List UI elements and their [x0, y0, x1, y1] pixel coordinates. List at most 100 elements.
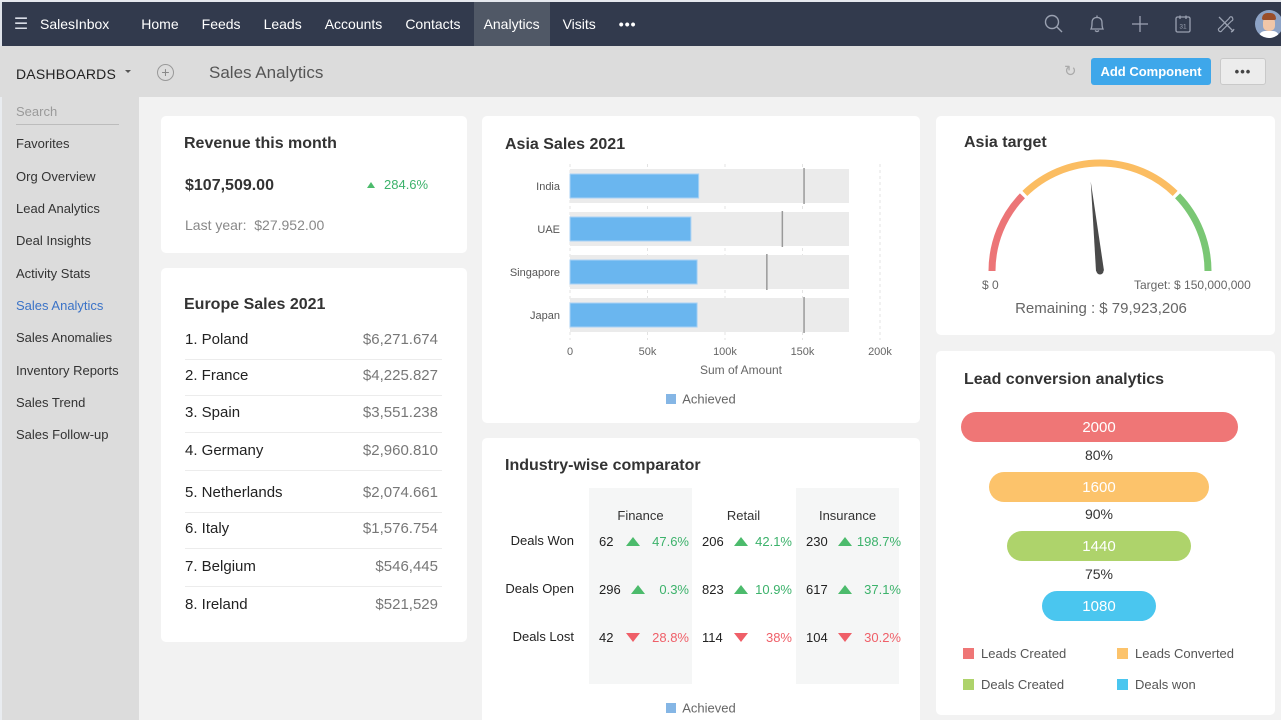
comparator-cell: 617 37.1%: [806, 582, 901, 598]
brand-salesinbox[interactable]: SalesInbox: [40, 16, 109, 32]
lead-conversion-card: Lead conversion analytics 2000 1600 1440 10…: [936, 351, 1275, 715]
nav-items: Home Feeds Leads Accounts Contacts Analytics V…: [131, 2, 609, 46]
row-label: Deals Open: [505, 581, 574, 596]
chevron-down-icon[interactable]: [125, 70, 131, 73]
category-label: Singapore: [510, 267, 560, 279]
dashboards-dropdown[interactable]: DASHBOARDS: [16, 66, 116, 82]
cell-change: 198.7%: [856, 534, 901, 549]
sidebar-item-sales-analytics[interactable]: Sales Analytics: [16, 298, 103, 313]
industry-legend[interactable]: Achieved: [482, 699, 920, 717]
bell-icon[interactable]: [1075, 2, 1118, 46]
nav-item-analytics[interactable]: Analytics: [473, 2, 550, 46]
nav-item-feeds[interactable]: Feeds: [192, 2, 251, 46]
tools-icon[interactable]: [1204, 2, 1247, 46]
comparator-cell: 42 28.8%: [599, 630, 689, 646]
plus-icon[interactable]: [1118, 2, 1161, 46]
sidebar-item-sales-trend[interactable]: Sales Trend: [16, 395, 85, 410]
nav-item-home[interactable]: Home: [131, 2, 188, 46]
achieved-bar-uae[interactable]: [569, 216, 692, 242]
asia-target-card: Asia target $ 0 Target: $ 150,000,000 Re…: [936, 116, 1275, 335]
achieved-bar-india[interactable]: [569, 173, 700, 199]
nav-item-visits[interactable]: Visits: [553, 2, 606, 46]
add-dashboard-icon[interactable]: +: [157, 64, 174, 81]
sidebar-item-deal-insights[interactable]: Deal Insights: [16, 233, 91, 248]
country-sales-value: $1,576.754: [362, 520, 438, 537]
funnel-stage-leads-converted[interactable]: 1600: [989, 472, 1209, 502]
avatar[interactable]: [1255, 10, 1281, 38]
asia-sales-chart: 0 50k 100k 150k 200k India UAE Singapore Japan Su…: [510, 164, 892, 377]
legend-swatch: [1117, 648, 1128, 659]
legend-label: Leads Created: [981, 646, 1067, 661]
cell-value: 114: [702, 630, 723, 645]
country-name: 5. Netherlands: [185, 484, 283, 501]
cell-change: 42.1%: [755, 534, 792, 549]
last-year-value: $27.952.00: [254, 217, 325, 233]
comparator-cell: 823 10.9%: [702, 582, 792, 598]
cell-value: 296: [599, 582, 621, 597]
europe-row: 8. Ireland $521,529: [185, 588, 442, 625]
add-component-button[interactable]: Add Component: [1091, 58, 1211, 85]
industry-comparator-card: Industry-wise comparator Achieved Financ…: [482, 438, 920, 720]
europe-sales-card: Europe Sales 2021 1. Poland $6,271.674 2. …: [161, 268, 467, 642]
sidebar-item-activity-stats[interactable]: Activity Stats: [16, 266, 90, 281]
column-header-finance: Finance: [617, 508, 664, 523]
dashboard-sidebar: Favorites Org Overview Lead Analytics Deal …: [0, 97, 139, 720]
last-year-revenue: Last year: $27.952.00: [185, 217, 324, 233]
legend-label: Deals Created: [981, 677, 1065, 692]
trend-up-icon: [838, 537, 852, 546]
cell-change: 47.6%: [652, 534, 689, 549]
comparator-cell: 104 30.2%: [806, 630, 901, 646]
x-tick-label: 150k: [791, 346, 815, 358]
user-avatar-button[interactable]: [1247, 2, 1281, 46]
nav-icon-group: 31: [1032, 2, 1281, 46]
legend-item-deals-created[interactable]: Deals Created: [963, 677, 1064, 692]
europe-row: 7. Belgium $546,445: [185, 550, 442, 587]
achieved-bar-singapore[interactable]: [569, 259, 698, 285]
column-header-insurance: Insurance: [818, 508, 877, 523]
nav-item-accounts[interactable]: Accounts: [315, 2, 393, 46]
row-label: Deals Won: [510, 533, 574, 548]
hamburger-menu-icon[interactable]: ☰: [2, 14, 40, 34]
refresh-icon[interactable]: ↻: [1064, 62, 1077, 80]
trend-up-icon: [734, 537, 748, 546]
sidebar-item-org-overview[interactable]: Org Overview: [16, 169, 95, 184]
nav-more-button[interactable]: •••: [609, 16, 647, 32]
calendar-icon[interactable]: 31: [1161, 2, 1204, 46]
funnel-stage-deals-created[interactable]: 1440: [1007, 531, 1191, 561]
legend-item-deals-won[interactable]: Deals won: [1117, 677, 1196, 692]
country-name: 3. Spain: [185, 404, 241, 421]
x-axis-label: Sum of Amount: [700, 363, 783, 377]
sidebar-item-inventory-reports[interactable]: Inventory Reports: [16, 363, 119, 378]
cell-change: 28.8%: [652, 630, 689, 645]
cell-value: 617: [806, 582, 828, 597]
more-options-button[interactable]: •••: [1220, 58, 1266, 85]
nav-item-leads[interactable]: Leads: [254, 2, 312, 46]
search-icon[interactable]: [1032, 2, 1075, 46]
country-sales-value: $2,960.810: [362, 442, 438, 459]
sidebar-item-sales-anomalies[interactable]: Sales Anomalies: [16, 330, 112, 345]
funnel-stage-leads-created[interactable]: 2000: [960, 412, 1238, 442]
sidebar-item-favorites[interactable]: Favorites: [16, 136, 69, 151]
gauge-target-label: Target: $ 150,000,000: [1134, 278, 1251, 292]
country-sales-value: $4,225.827: [362, 367, 438, 384]
trend-down-icon: [626, 633, 640, 642]
nav-item-contacts[interactable]: Contacts: [395, 2, 470, 46]
sidebar-item-lead-analytics[interactable]: Lead Analytics: [16, 201, 100, 216]
europe-row: 4. Germany $2,960.810: [185, 434, 442, 471]
legend-item-leads-created[interactable]: Leads Created: [963, 646, 1066, 661]
gauge-min-label: $ 0: [982, 278, 999, 292]
sidebar-item-sales-follow-up[interactable]: Sales Follow-up: [16, 427, 109, 442]
cell-change: 38%: [765, 630, 792, 645]
asia-legend[interactable]: Achieved: [482, 390, 920, 408]
gauge-band: [988, 193, 1025, 272]
country-name: 4. Germany: [185, 442, 264, 459]
comparator-cell: 114 38%: [702, 630, 792, 646]
conversion-rate: 80%: [1084, 447, 1114, 463]
cell-change: 0.3%: [659, 582, 689, 597]
cell-change: 30.2%: [864, 630, 901, 645]
achieved-bar-japan[interactable]: [569, 302, 698, 328]
legend-item-leads-converted[interactable]: Leads Converted: [1117, 646, 1234, 661]
europe-row: 1. Poland $6,271.674: [185, 323, 442, 360]
funnel-stage-deals-won[interactable]: 1080: [1042, 591, 1156, 621]
sidebar-search-input[interactable]: [16, 103, 119, 125]
